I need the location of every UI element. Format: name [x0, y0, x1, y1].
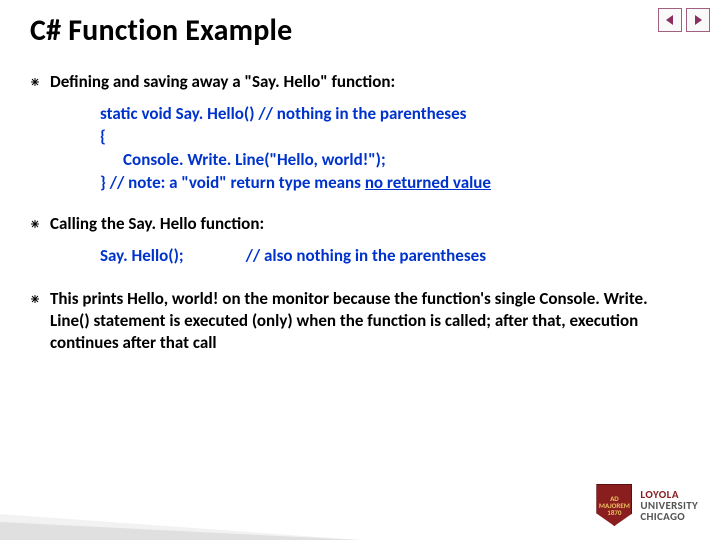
bullet-item: Calling the Say. Hello function:: [30, 213, 690, 235]
bullet-text-explanation: This prints Hello, world! on the monitor…: [50, 288, 690, 354]
bullet-item: This prints Hello, world! on the monitor…: [30, 288, 690, 354]
slide-root: C# Function Example Defining and saving …: [0, 0, 720, 540]
code-line-1: static void Say. Hello() // nothing in t…: [100, 103, 466, 124]
logo-line-2: UNIVERSITY: [640, 500, 698, 511]
nav-button-group: [658, 8, 710, 32]
bullet-icon: [30, 77, 40, 87]
bullet-icon: [30, 294, 40, 304]
code-line-4-prefix: } // note: a "void" return type means: [100, 172, 365, 193]
code-block-definition: static void Say. Hello() // nothing in t…: [100, 103, 690, 195]
shield-motto: AD MAJOREM: [597, 495, 631, 509]
bullet-text-defining: Defining and saving away a "Say. Hello" …: [50, 71, 690, 93]
university-logo: AD MAJOREM 1870 LOYOLA UNIVERSITY CHICAG…: [596, 484, 698, 526]
bullet-icon: [30, 219, 40, 229]
decorative-wedge: [0, 522, 360, 540]
shield-year: 1870: [597, 509, 631, 516]
call-comment: // also nothing in the parentheses: [246, 245, 486, 266]
bullet-item: Defining and saving away a "Say. Hello" …: [30, 71, 690, 93]
shield-icon: AD MAJOREM 1870: [596, 484, 632, 526]
logo-line-3: CHICAGO: [640, 511, 698, 522]
code-block-call: Say. Hello(); // also nothing in the pare…: [100, 245, 690, 266]
prev-slide-button[interactable]: [658, 8, 682, 32]
logo-line-1: LOYOLA: [640, 489, 698, 500]
logo-text: LOYOLA UNIVERSITY CHICAGO: [640, 489, 698, 522]
bullet-text-calling: Calling the Say. Hello function:: [50, 213, 690, 235]
call-invoke: Say. Hello();: [100, 245, 184, 266]
code-line-4-underlined: no returned value: [365, 172, 491, 193]
code-line-3: Console. Write. Line("Hello, world!");: [100, 149, 386, 170]
triangle-right-icon: [692, 14, 704, 26]
code-line-2: {: [100, 126, 106, 147]
triangle-left-icon: [664, 14, 676, 26]
next-slide-button[interactable]: [686, 8, 710, 32]
slide-title: C# Function Example: [30, 12, 690, 49]
